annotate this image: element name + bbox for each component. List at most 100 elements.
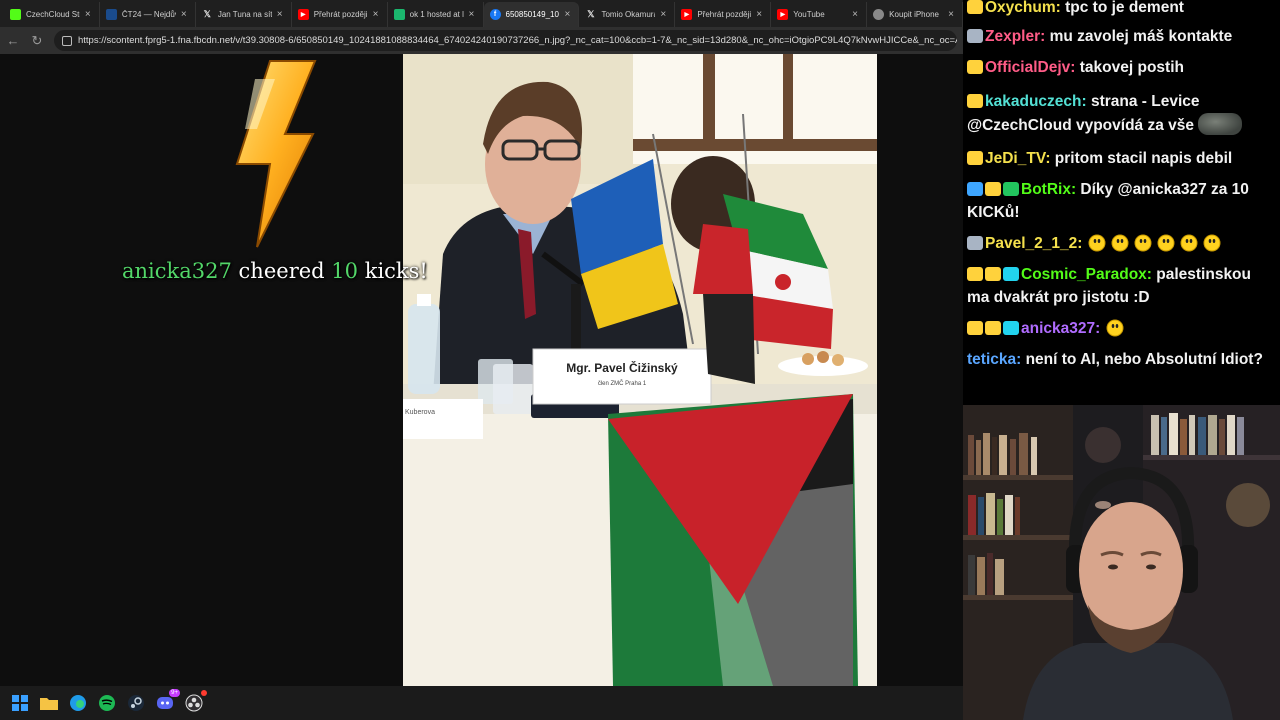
close-tab-icon[interactable]: × bbox=[85, 9, 93, 20]
tab-label: 650850149_102 bbox=[505, 10, 560, 19]
username-separator: : bbox=[1077, 235, 1087, 252]
kick-emote-icon bbox=[1156, 232, 1176, 252]
chat-username[interactable]: Zexpler bbox=[985, 28, 1040, 45]
browser-toolbar: ← ↻ https://scontent.fprg5-1.fna.fbcdn.n… bbox=[0, 27, 963, 54]
chat-text: pritom stacil napis debil bbox=[1054, 150, 1233, 167]
tab-label: CzechCloud Stre bbox=[26, 10, 80, 19]
close-tab-icon[interactable]: × bbox=[948, 9, 956, 20]
imgur-icon bbox=[393, 9, 405, 20]
chat-message: BotRix: Díky @anicka327 za 10 KICKů! bbox=[967, 178, 1277, 224]
badge-icon bbox=[967, 236, 983, 250]
badge-icon bbox=[967, 60, 983, 74]
address-bar[interactable]: https://scontent.fprg5-1.fna.fbcdn.net/v… bbox=[54, 30, 957, 51]
browser-tab[interactable]: ok 1 hosted at l × bbox=[388, 2, 484, 27]
browser-tab[interactable]: ČT24 — Nejdův × bbox=[100, 2, 196, 27]
cheer-amount: 10 bbox=[331, 259, 359, 283]
kick-emote-icon bbox=[1110, 232, 1130, 252]
edge-icon[interactable] bbox=[68, 693, 88, 713]
close-tab-icon[interactable]: × bbox=[277, 9, 285, 20]
chat-message: teticka: není to AI, nebo Absolutní Idio… bbox=[967, 348, 1277, 371]
username-separator: : bbox=[1045, 150, 1055, 167]
spotify-icon[interactable] bbox=[97, 693, 117, 713]
chat-message: kakaduczech: strana - Levice @CzechCloud… bbox=[967, 90, 1277, 137]
tab-label: Tomio Okamura bbox=[601, 10, 656, 19]
tab-label: Přehrát později bbox=[313, 10, 368, 19]
windows-start-icon[interactable] bbox=[10, 693, 30, 713]
kick-emote-icon bbox=[1133, 232, 1153, 252]
badge-icon bbox=[1003, 321, 1019, 335]
chat-username[interactable]: OfficialDejv bbox=[985, 59, 1070, 76]
discord-icon[interactable]: 9+ bbox=[155, 689, 180, 713]
user-badges bbox=[967, 29, 983, 43]
chat-text: tpc to je dement bbox=[1065, 0, 1184, 16]
chat-username[interactable]: teticka bbox=[967, 351, 1016, 368]
chat-text: není to AI, nebo Absolutní Idiot? bbox=[1025, 351, 1263, 368]
chat-username[interactable]: BotRix bbox=[1021, 181, 1071, 198]
site-info-icon[interactable] bbox=[62, 35, 72, 46]
user-badges bbox=[967, 182, 1019, 196]
obs-icon[interactable] bbox=[184, 690, 207, 713]
chat-username[interactable]: JeDi_TV bbox=[985, 150, 1045, 167]
username-separator: : bbox=[1081, 93, 1091, 110]
close-tab-icon[interactable]: × bbox=[660, 9, 668, 20]
browser-tab[interactable]: ▶ YouTube × bbox=[771, 2, 868, 27]
user-badges bbox=[967, 0, 983, 14]
kick-emote-icon bbox=[1105, 317, 1125, 337]
badge-icon bbox=[1003, 182, 1019, 196]
apple-icon bbox=[873, 9, 885, 20]
chat-message: Oxychum: tpc to je dement bbox=[967, 0, 1277, 19]
file-explorer-icon[interactable] bbox=[39, 693, 59, 713]
user-badges bbox=[967, 60, 983, 74]
url-text: https://scontent.fprg5-1.fna.fbcdn.net/v… bbox=[78, 35, 957, 46]
reload-icon[interactable]: ↻ bbox=[30, 33, 44, 49]
badge-icon bbox=[967, 182, 983, 196]
close-tab-icon[interactable]: × bbox=[756, 9, 764, 20]
chat-username[interactable]: kakaduczech bbox=[985, 93, 1082, 110]
chat-username[interactable]: anicka327 bbox=[1021, 320, 1095, 337]
browser-tab[interactable]: CzechCloud Stre × bbox=[4, 2, 100, 27]
close-tab-icon[interactable]: × bbox=[181, 9, 189, 20]
user-badges bbox=[967, 321, 1019, 335]
username-separator: : bbox=[1070, 59, 1080, 76]
discord-badge: 9+ bbox=[169, 689, 180, 697]
back-icon[interactable]: ← bbox=[6, 33, 20, 48]
steam-icon[interactable] bbox=[126, 693, 146, 713]
windows-taskbar: 9+ bbox=[0, 686, 963, 720]
chat-message: Zexpler: mu zavolej máš kontakte bbox=[967, 25, 1277, 48]
close-tab-icon[interactable]: × bbox=[852, 9, 860, 20]
kick-icon bbox=[10, 9, 21, 20]
chat-message: Pavel_2_1_2: bbox=[967, 232, 1277, 255]
news-photo: Mgr. Pavel Čižinský člen ZMČ Praha 1 Kub… bbox=[403, 54, 877, 686]
browser-tab-strip: CzechCloud Stre × ČT24 — Nejdův × 𝕏 Jan Tuna … bbox=[0, 0, 963, 27]
username-separator: : bbox=[1016, 351, 1026, 368]
nameplate-role: člen ZMČ Praha 1 bbox=[597, 381, 647, 387]
x-icon: 𝕏 bbox=[587, 9, 595, 19]
close-tab-icon[interactable]: × bbox=[469, 9, 477, 20]
username-separator: : bbox=[1040, 28, 1050, 45]
badge-icon bbox=[985, 321, 1001, 335]
chat-message: OfficialDejv: takovej postih bbox=[967, 56, 1277, 79]
chat-username[interactable]: Cosmic_Paradox bbox=[1021, 266, 1147, 283]
close-tab-icon[interactable]: × bbox=[564, 9, 572, 20]
browser-tab[interactable]: Koupit iPhone × bbox=[867, 2, 963, 27]
username-separator: : bbox=[1055, 0, 1066, 16]
close-tab-icon[interactable]: × bbox=[373, 9, 381, 20]
screen: CzechCloud Stre × ČT24 — Nejdův × 𝕏 Jan Tuna … bbox=[0, 0, 1280, 720]
kick-emote-icon bbox=[1087, 232, 1107, 252]
browser-tab[interactable]: ▶ Přehrát později × bbox=[292, 2, 388, 27]
chat-username[interactable]: Pavel_2_1_2 bbox=[985, 235, 1077, 252]
ct24-icon bbox=[105, 9, 117, 20]
browser-tab[interactable]: 𝕏 Jan Tuna na síti × bbox=[196, 2, 292, 27]
youtube-icon: ▶ bbox=[681, 9, 693, 20]
browser-tab[interactable]: f 650850149_102 × bbox=[483, 2, 580, 27]
page-content: Mgr. Pavel Čižinský člen ZMČ Praha 1 Kub… bbox=[0, 54, 963, 686]
webcam-feed bbox=[963, 405, 1280, 720]
kick-emote-icon bbox=[1202, 232, 1222, 252]
browser-tab[interactable]: ▶ Přehrát později × bbox=[675, 2, 772, 27]
kick-emote-icon bbox=[1179, 232, 1199, 252]
side-nameplate: Kuberova bbox=[405, 409, 435, 416]
badge-icon bbox=[967, 94, 983, 108]
browser-tab[interactable]: 𝕏 Tomio Okamura × bbox=[579, 2, 676, 27]
chat-username[interactable]: Oxychum bbox=[985, 0, 1056, 16]
chat-message: anicka327: bbox=[967, 317, 1277, 340]
